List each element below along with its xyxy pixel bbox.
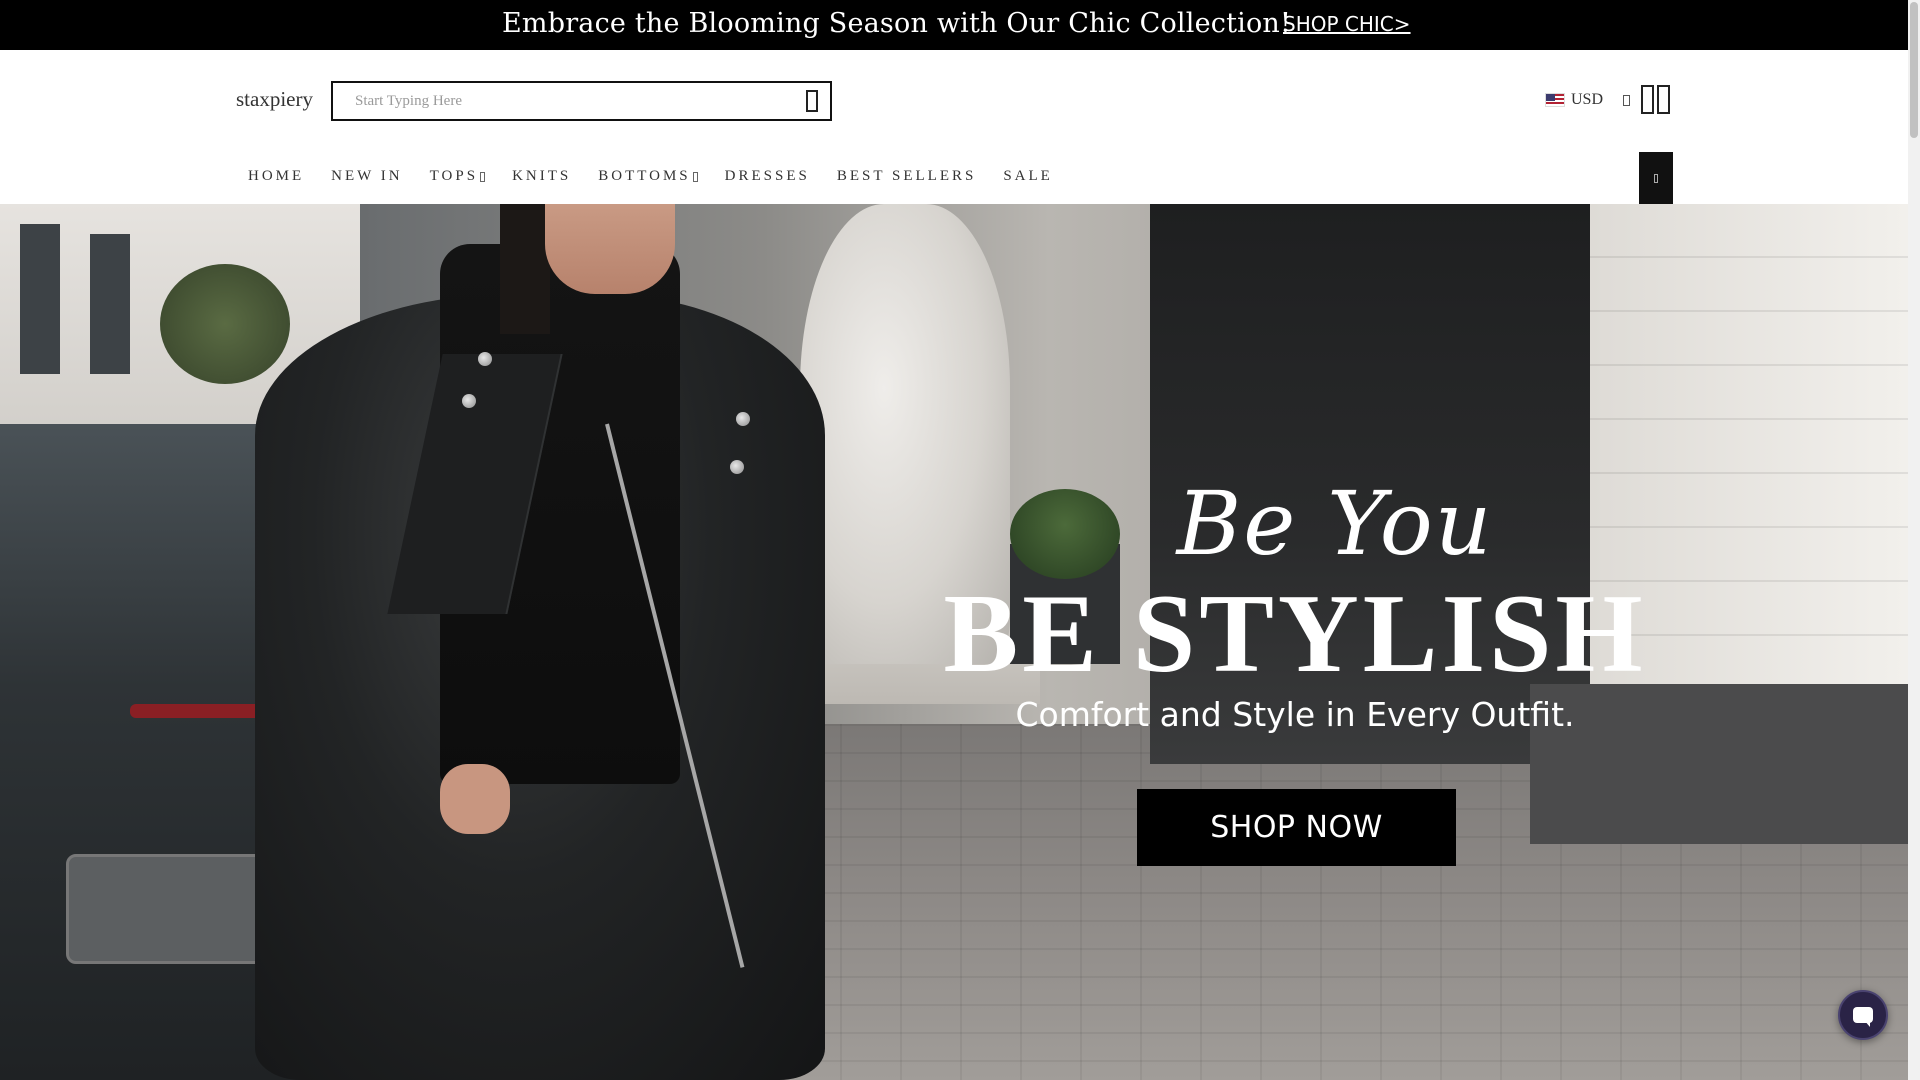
chat-button[interactable] [1838,990,1888,1040]
nav-label: TOPS [429,168,479,184]
nav-label: BOTTOMS [598,168,691,184]
scrollbar-thumb[interactable] [1910,2,1918,138]
chevron-down-icon [692,171,698,182]
nav-label: SALE [1003,168,1053,184]
nav-label: HOME [248,168,305,184]
chevron-down-icon [1623,94,1631,106]
main-nav: HOME NEW IN TOPS KNITS BOTTOMS DRESSES B… [248,168,1080,185]
nav-item-bottoms[interactable]: BOTTOMS [598,168,698,185]
nav-label: DRESSES [724,168,810,184]
account-icon[interactable] [1641,85,1654,114]
site-header: staxpiery USD HOME NEW IN TOPS KNITS BOT… [0,50,1908,204]
menu-icon [1654,173,1658,183]
nav-item-best-sellers[interactable]: BEST SELLERS [837,168,977,185]
nav-item-dresses[interactable]: DRESSES [725,168,810,185]
cart-icon[interactable] [1657,85,1670,114]
hero-banner: Be You BE STYLISH Comfort and Style in E… [0,204,1908,1080]
search-icon[interactable] [806,90,818,112]
nav-item-tops[interactable]: TOPS [429,168,486,185]
search-form [331,81,832,121]
shop-chic-link[interactable]: SHOP CHIC> [1283,12,1411,36]
page-scrollbar[interactable] [1908,0,1920,1080]
currency-label: USD [1571,91,1604,108]
nav-item-new-in[interactable]: NEW IN [331,168,402,185]
nav-item-sale[interactable]: SALE [1003,168,1053,185]
announcement-bar: Embrace the Blooming Season with Our Chi… [0,0,1908,50]
nav-label: KNITS [512,168,572,184]
us-flag-icon [1545,93,1565,107]
nav-item-home[interactable]: HOME [248,168,304,185]
nav-label: NEW IN [331,168,403,184]
menu-button[interactable] [1639,152,1673,204]
chevron-down-icon [480,171,486,182]
search-input[interactable] [333,83,773,119]
currency-selector[interactable]: USD [1545,91,1631,109]
site-logo[interactable]: staxpiery [236,87,313,112]
nav-label: BEST SELLERS [836,168,977,184]
shop-now-button[interactable]: SHOP NOW [1137,789,1456,866]
announcement-text: Embrace the Blooming Season with Our Chi… [502,8,1292,39]
hero-subtitle: Comfort and Style in Every Outfit. [1015,695,1575,734]
hero-title: BE STYLISH [943,572,1647,696]
nav-item-knits[interactable]: KNITS [512,168,571,185]
chat-icon [1853,1007,1873,1027]
